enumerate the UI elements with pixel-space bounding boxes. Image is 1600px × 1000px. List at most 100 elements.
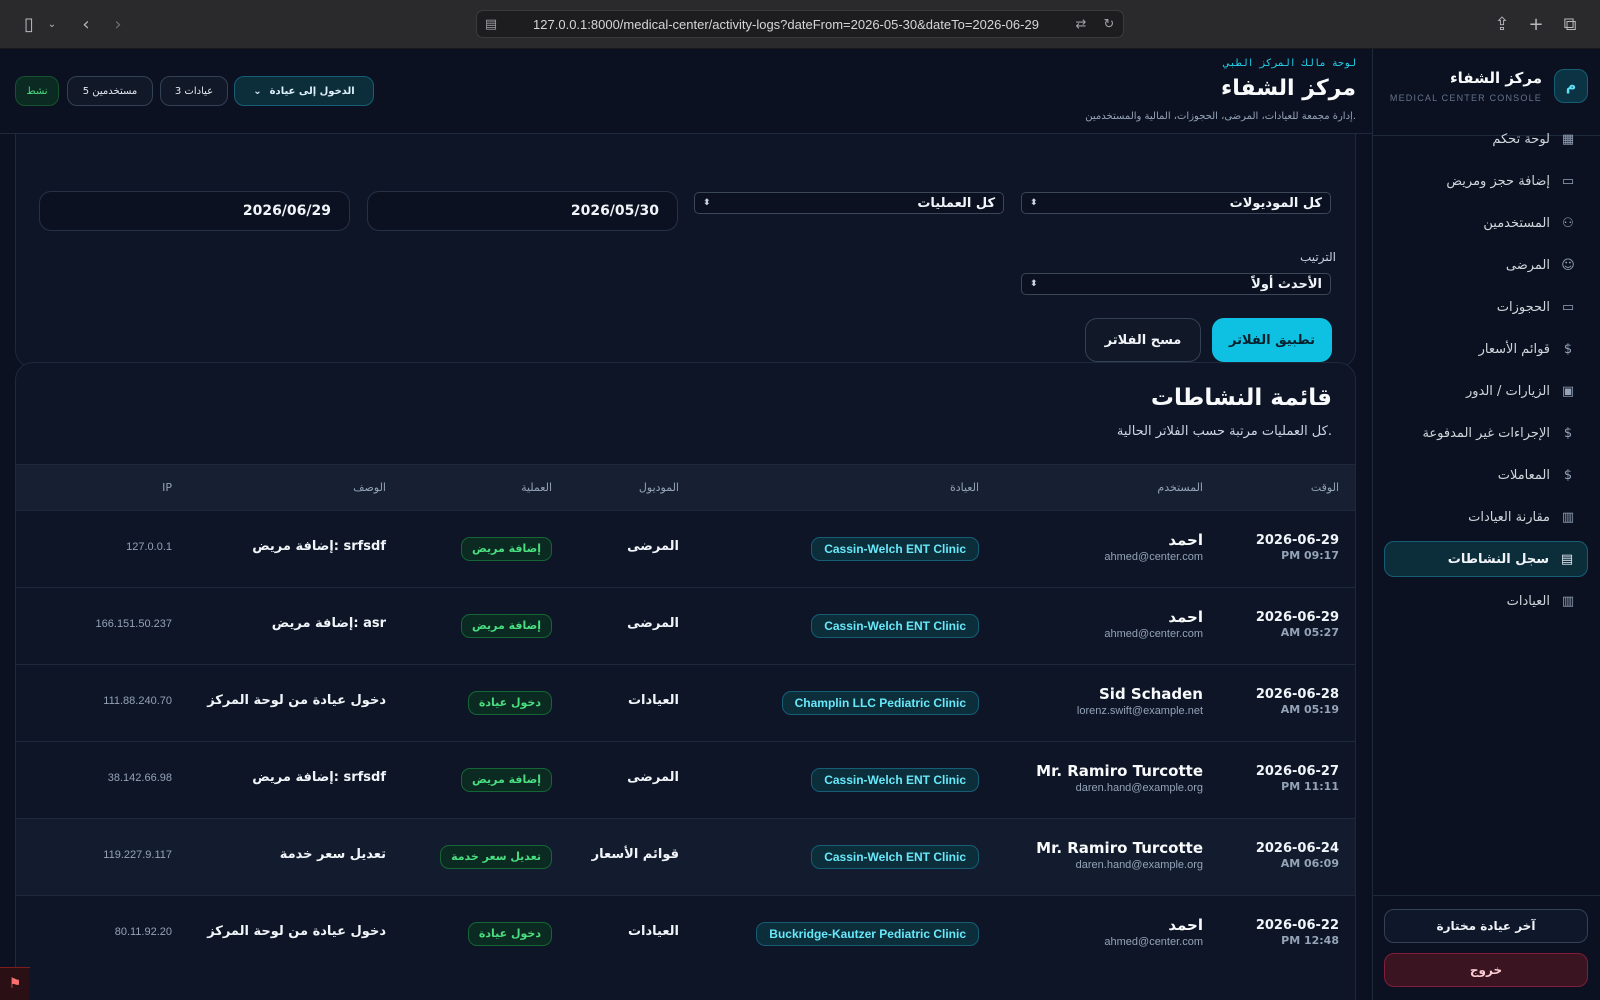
sidebar-toggle-icon[interactable]: ▯ — [16, 12, 42, 36]
clinic-badge: Cassin-Welch ENT Clinic — [811, 768, 979, 792]
column-header-module: الموديول — [638, 481, 679, 494]
table-row[interactable]: 2026-06-24 AM 06:09 Mr. Ramiro Turcotte dar… — [16, 818, 1355, 895]
reload-icon[interactable]: ↻ — [1095, 17, 1123, 32]
tabs-overview-icon[interactable]: ⧉ — [1558, 12, 1582, 36]
date-to-field[interactable]: 2026/06/29 — [39, 191, 350, 231]
sort-select-value: الأحدث أولاً — [1251, 276, 1322, 292]
clear-filters-button[interactable]: مسح الفلاتر — [1085, 318, 1201, 362]
column-header-time: الوقت — [1310, 481, 1339, 494]
operation-badge: إضافة مريض — [460, 614, 552, 638]
page-header: لوحة مالك المركز الطبي مركز الشفاء إدارة… — [0, 49, 1372, 134]
sidebar-item-7[interactable]: $ الإجراءات غير المدفوعة — [1384, 415, 1588, 451]
logout-button[interactable]: خروج — [1384, 953, 1588, 987]
row-user-email: ahmed@center.com — [1104, 551, 1203, 563]
operation-select-value: كل العمليات — [917, 195, 995, 211]
sidebar-item-10[interactable]: ▤ سجل النشاطات — [1384, 541, 1588, 577]
sidebar-item-5[interactable]: $ قوائم الأسعار — [1384, 331, 1588, 367]
translate-icon[interactable]: ⇄ — [1067, 17, 1095, 32]
sidebar-item-8[interactable]: $ المعاملات — [1384, 457, 1588, 493]
building-icon: ▥ — [1561, 593, 1575, 609]
table-row[interactable]: 2026-06-29 PM 09:17 احمد ahmed@center.com Ca… — [16, 510, 1355, 587]
cell-operation: إضافة مريض — [460, 614, 552, 638]
browser-toolbar: ▯ ⌄ ‹ › ▤ 127.0.0.1:8000/medical-center/… — [0, 0, 1600, 49]
back-icon[interactable]: ‹ — [76, 12, 96, 36]
chevron-down-icon[interactable]: ⌄ — [44, 12, 60, 36]
column-header-ip: IP — [162, 481, 172, 494]
row-description: دخول عيادة من لوحة المركز — [207, 693, 386, 708]
sidebar-item-0[interactable]: ▦ لوحة تحكم — [1384, 121, 1588, 157]
sidebar-item-9[interactable]: ▥ مقارنة العيادات — [1384, 499, 1588, 535]
sidebar-item-label: الحجوزات — [1496, 299, 1550, 315]
sort-select[interactable]: ⬍ الأحدث أولاً — [1021, 273, 1331, 295]
operation-badge: إضافة مريض — [460, 537, 552, 561]
row-user-name: Mr. Ramiro Turcotte — [1036, 762, 1203, 780]
sidebar-item-label: مقارنة العيادات — [1468, 509, 1550, 525]
cell-user: Mr. Ramiro Turcotte daren.hand@example.or… — [1036, 762, 1203, 794]
row-user-name: احمد — [1168, 608, 1203, 626]
cell-user: Mr. Ramiro Turcotte daren.hand@example.or… — [1036, 839, 1203, 871]
brand-name: مركز الشفاء — [1449, 69, 1542, 87]
laravel-debug-icon[interactable]: ⚑ — [0, 967, 30, 1000]
sidebar-item-2[interactable]: ⚇ المستخدمين — [1384, 205, 1588, 241]
new-tab-icon[interactable]: + — [1524, 12, 1548, 36]
module-select[interactable]: ⬍ كل الموديولات — [1021, 192, 1331, 214]
table-row[interactable]: 2026-06-27 PM 11:11 Mr. Ramiro Turcotte dar… — [16, 741, 1355, 818]
row-user-email: lorenz.swift@example.net — [1076, 705, 1203, 717]
forward-icon[interactable]: › — [108, 12, 128, 36]
row-time: PM 12:48 — [1281, 934, 1339, 947]
table-header: الوقت المستخدم العيادة الموديول العملية … — [16, 464, 1355, 510]
sort-label: الترتيب — [1300, 250, 1336, 264]
table-row[interactable]: 2026-06-28 AM 05:19 Sid Schaden lorenz.swif… — [16, 664, 1355, 741]
table-row[interactable]: 2026-06-29 AM 05:27 احمد ahmed@center.com Ca… — [16, 587, 1355, 664]
table-row[interactable]: 2026-06-22 PM 12:48 احمد ahmed@center.com Bu… — [16, 895, 1355, 972]
apply-filters-button[interactable]: تطبيق الفلاتر — [1212, 318, 1332, 362]
dashboard-icon: ▦ — [1561, 131, 1575, 147]
last-clinic-button[interactable]: آخر عيادة مختارة — [1384, 909, 1588, 943]
sidebar-item-label: المستخدمين — [1483, 215, 1550, 231]
share-icon[interactable]: ⇪ — [1490, 12, 1514, 36]
cell-clinic: Cassin-Welch ENT Clinic — [811, 537, 979, 561]
enter-clinic-button[interactable]: ⌄ الدخول إلى عيادة — [234, 76, 374, 106]
select-arrows-icon: ⬍ — [1030, 279, 1038, 289]
sidebar-item-3[interactable]: ☺ المرضى — [1384, 247, 1588, 283]
sidebar-item-1[interactable]: ▭ إضافة حجز ومريض — [1384, 163, 1588, 199]
address-bar[interactable]: ▤ 127.0.0.1:8000/medical-center/activity… — [476, 10, 1124, 38]
date-from-field[interactable]: 2026/05/30 — [367, 191, 678, 231]
clinic-badge: Cassin-Welch ENT Clinic — [811, 537, 979, 561]
dollar-icon: $ — [1563, 425, 1573, 441]
row-description: إضافة مريض: srfsdf — [252, 539, 386, 554]
cell-clinic: Cassin-Welch ENT Clinic — [811, 845, 979, 869]
cell-time: 2026-06-29 AM 05:27 — [1256, 610, 1339, 639]
row-ip: 38.142.66.98 — [107, 772, 172, 784]
operation-select[interactable]: ⬍ كل العمليات — [694, 192, 1004, 214]
cell-user: Sid Schaden lorenz.swift@example.net — [1077, 685, 1203, 717]
sidebar-item-label: المرضى — [1505, 257, 1550, 273]
clinic-badge: Champlin LLC Pediatric Clinic — [781, 691, 979, 715]
chevron-down-icon: ⌄ — [253, 85, 262, 97]
sidebar-item-label: المعاملات — [1497, 467, 1550, 483]
row-module: المرضى — [627, 770, 679, 785]
row-module: العيادات — [627, 693, 679, 708]
sidebar-item-label: سجل النشاطات — [1447, 551, 1549, 567]
sidebar-item-6[interactable]: ▣ الزيارات / الدور — [1384, 373, 1588, 409]
brand: م مركز الشفاء MEDICAL CENTER CONSOLE — [1384, 59, 1588, 121]
operation-badge: تعديل سعر خدمة — [440, 845, 552, 869]
row-module: قوائم الأسعار — [591, 847, 679, 862]
sidebar-item-label: العيادات — [1506, 593, 1550, 609]
page-title: مركز الشفاء — [1221, 76, 1356, 101]
row-date: 2026-06-22 — [1255, 918, 1339, 933]
brand-subtitle: MEDICAL CENTER CONSOLE — [1389, 93, 1542, 103]
cell-clinic: Champlin LLC Pediatric Clinic — [781, 691, 979, 715]
row-ip: 166.151.50.237 — [95, 618, 172, 630]
row-user-email: ahmed@center.com — [1104, 628, 1203, 640]
sidebar-nav: ▦ لوحة تحكم ▭ إضافة حجز ومريض ⚇ المستخدمين ☺ ال… — [1384, 121, 1588, 625]
select-arrows-icon: ⬍ — [703, 198, 711, 208]
row-description: دخول عيادة من لوحة المركز — [207, 924, 386, 939]
clinic-badge: Cassin-Welch ENT Clinic — [811, 614, 979, 638]
sidebar-item-11[interactable]: ▥ العيادات — [1384, 583, 1588, 619]
cell-operation: إضافة مريض — [460, 768, 552, 792]
row-date: 2026-06-29 — [1255, 533, 1339, 548]
row-ip: 119.227.9.117 — [103, 849, 172, 861]
url-text: 127.0.0.1:8000/medical-center/activity-l… — [533, 16, 1039, 32]
sidebar-item-4[interactable]: ▭ الحجوزات — [1384, 289, 1588, 325]
